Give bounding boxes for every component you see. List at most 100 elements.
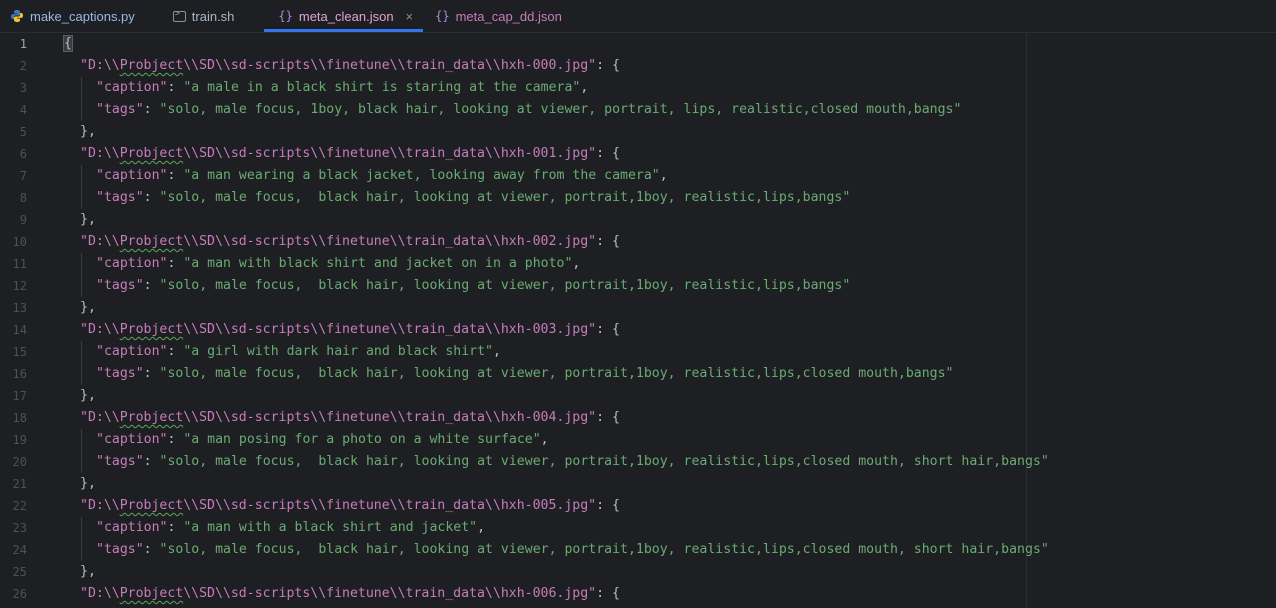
line-number: 8 xyxy=(19,191,27,205)
punctuation: : xyxy=(143,102,160,117)
line-number: 21 xyxy=(12,477,27,491)
line-number: 6 xyxy=(19,147,27,161)
line-number: 5 xyxy=(19,125,27,139)
punctuation: : { xyxy=(596,586,620,601)
code-line[interactable]: "tags": "solo, male focus, black hair, l… xyxy=(96,539,1049,561)
punctuation: : xyxy=(167,80,184,95)
line-number: 16 xyxy=(12,367,27,381)
punctuation: : xyxy=(167,520,184,535)
code-line[interactable]: "D:\\Probject\\SD\\sd-scripts\\finetune\… xyxy=(80,495,620,517)
close-brace: }, xyxy=(80,212,96,227)
tags-key: "tags" xyxy=(96,102,144,117)
code-line[interactable]: "D:\\Probject\\SD\\sd-scripts\\finetune\… xyxy=(80,319,620,341)
tab-make-captions[interactable]: make_captions.py xyxy=(0,0,145,32)
code-line[interactable]: "tags": "solo, male focus, 1boy, black h… xyxy=(96,99,961,121)
code-line[interactable]: "caption": "a girl with dark hair and bl… xyxy=(96,341,501,363)
code-line[interactable]: }, xyxy=(80,297,96,319)
json-key-path: \\SD\\sd-scripts\\finetune\\train_data\\… xyxy=(183,234,597,249)
json-key-path: "D:\\ xyxy=(80,586,120,601)
code-line[interactable]: "D:\\Probject\\SD\\sd-scripts\\finetune\… xyxy=(80,55,620,77)
json-key-path: \\SD\\sd-scripts\\finetune\\train_data\\… xyxy=(183,322,597,337)
close-brace: }, xyxy=(80,124,96,139)
code-line[interactable]: "D:\\Probject\\SD\\sd-scripts\\finetune\… xyxy=(80,143,620,165)
tab-train-sh[interactable]: train.sh xyxy=(163,0,245,32)
tags-key: "tags" xyxy=(96,278,144,293)
tab-meta-cap-dd-json[interactable]: {} meta_cap_dd.json xyxy=(425,0,572,32)
tab-meta-clean-json[interactable]: {} meta_clean.json × xyxy=(264,0,424,32)
line-number: 9 xyxy=(19,213,27,227)
json-key-path-typo: Probject xyxy=(119,322,184,337)
close-brace: }, xyxy=(80,300,96,315)
caption-value: "a man wearing a black jacket, looking a… xyxy=(183,168,660,183)
json-key-path-typo: Probject xyxy=(119,498,184,513)
punctuation: : { xyxy=(596,410,620,425)
tab-label: meta_cap_dd.json xyxy=(455,8,562,24)
indent-guide xyxy=(81,165,82,209)
code-line[interactable]: }, xyxy=(80,561,96,583)
line-number: 22 xyxy=(12,499,27,513)
json-key-path: \\SD\\sd-scripts\\finetune\\train_data\\… xyxy=(183,498,597,513)
punctuation: : xyxy=(143,278,160,293)
code-area[interactable]: {"D:\\Probject\\SD\\sd-scripts\\finetune… xyxy=(60,33,1276,608)
line-number: 15 xyxy=(12,345,27,359)
line-number: 26 xyxy=(12,587,27,601)
punctuation: : { xyxy=(596,58,620,73)
code-line[interactable]: "caption": "a man wearing a black jacket… xyxy=(96,165,668,187)
code-line[interactable]: "caption": "a male in a black shirt is s… xyxy=(96,77,588,99)
caption-value: "a girl with dark hair and black shirt" xyxy=(183,344,494,359)
code-line[interactable]: "tags": "solo, male focus, black hair, l… xyxy=(96,363,954,385)
code-line[interactable]: "D:\\Probject\\SD\\sd-scripts\\finetune\… xyxy=(80,407,620,429)
punctuation: : { xyxy=(596,146,620,161)
caption-value: "a man with a black shirt and jacket" xyxy=(183,520,478,535)
punctuation: , xyxy=(493,344,501,359)
tags-key: "tags" xyxy=(96,366,144,381)
indent-guide xyxy=(81,253,82,297)
code-line[interactable]: }, xyxy=(80,121,96,143)
code-line[interactable]: "tags": "solo, male focus, black hair, l… xyxy=(96,187,850,209)
code-line[interactable]: "tags": "solo, male focus, black hair, l… xyxy=(96,451,1049,473)
punctuation: : xyxy=(143,542,160,557)
json-key-path: \\SD\\sd-scripts\\finetune\\train_data\\… xyxy=(183,586,597,601)
json-key-path: "D:\\ xyxy=(80,498,120,513)
line-number: 17 xyxy=(12,389,27,403)
code-line[interactable]: }, xyxy=(80,209,96,231)
punctuation: , xyxy=(477,520,486,535)
code-line[interactable]: }, xyxy=(80,473,96,495)
caption-value: "a man posing for a photo on a white sur… xyxy=(183,432,541,447)
line-number: 3 xyxy=(19,81,27,95)
close-icon[interactable]: × xyxy=(406,9,414,24)
line-number: 7 xyxy=(19,169,27,183)
json-key-path: "D:\\ xyxy=(80,322,120,337)
line-number: 12 xyxy=(12,279,27,293)
indent-guide xyxy=(81,429,82,473)
tags-key: "tags" xyxy=(96,542,144,557)
code-line[interactable]: "caption": "a man with black shirt and j… xyxy=(96,253,580,275)
json-key-path: \\SD\\sd-scripts\\finetune\\train_data\\… xyxy=(183,58,597,73)
line-number: 19 xyxy=(12,433,27,447)
code-editor[interactable]: 1 2 3 4 5 6 7 8 9 10 11 12 13 14 15 16 17 18 19 20 21 22 23 24 2… xyxy=(0,33,1276,608)
line-number: 11 xyxy=(12,257,27,271)
line-number: 4 xyxy=(19,103,27,117)
code-line[interactable]: "caption": "a man posing for a photo on … xyxy=(96,429,549,451)
code-line[interactable]: "D:\\Probject\\SD\\sd-scripts\\finetune\… xyxy=(80,231,620,253)
terminal-icon xyxy=(172,9,186,22)
line-number: 2 xyxy=(19,59,27,73)
tags-value: "solo, male focus, black hair, looking a… xyxy=(159,278,851,293)
code-line[interactable]: "tags": "solo, male focus, black hair, l… xyxy=(96,275,850,297)
line-number: 24 xyxy=(12,543,27,557)
indent-guide xyxy=(81,77,82,121)
line-number: 25 xyxy=(12,565,27,579)
punctuation: : xyxy=(143,454,160,469)
json-key-path: \\SD\\sd-scripts\\finetune\\train_data\\… xyxy=(183,410,597,425)
punctuation: : xyxy=(167,256,184,271)
code-line[interactable]: }, xyxy=(80,385,96,407)
line-number: 18 xyxy=(12,411,27,425)
json-key-path-typo: Probject xyxy=(119,586,184,601)
editor-tab-bar: make_captions.py train.sh {} meta_clean.… xyxy=(0,0,1276,33)
indent-guide xyxy=(81,341,82,385)
code-line[interactable]: "caption": "a man with a black shirt and… xyxy=(96,517,485,539)
code-line[interactable]: "D:\\Probject\\SD\\sd-scripts\\finetune\… xyxy=(80,583,620,605)
caption-value: "a man with black shirt and jacket on in… xyxy=(183,256,573,271)
line-number: 20 xyxy=(12,455,27,469)
code-line[interactable]: { xyxy=(63,33,73,55)
